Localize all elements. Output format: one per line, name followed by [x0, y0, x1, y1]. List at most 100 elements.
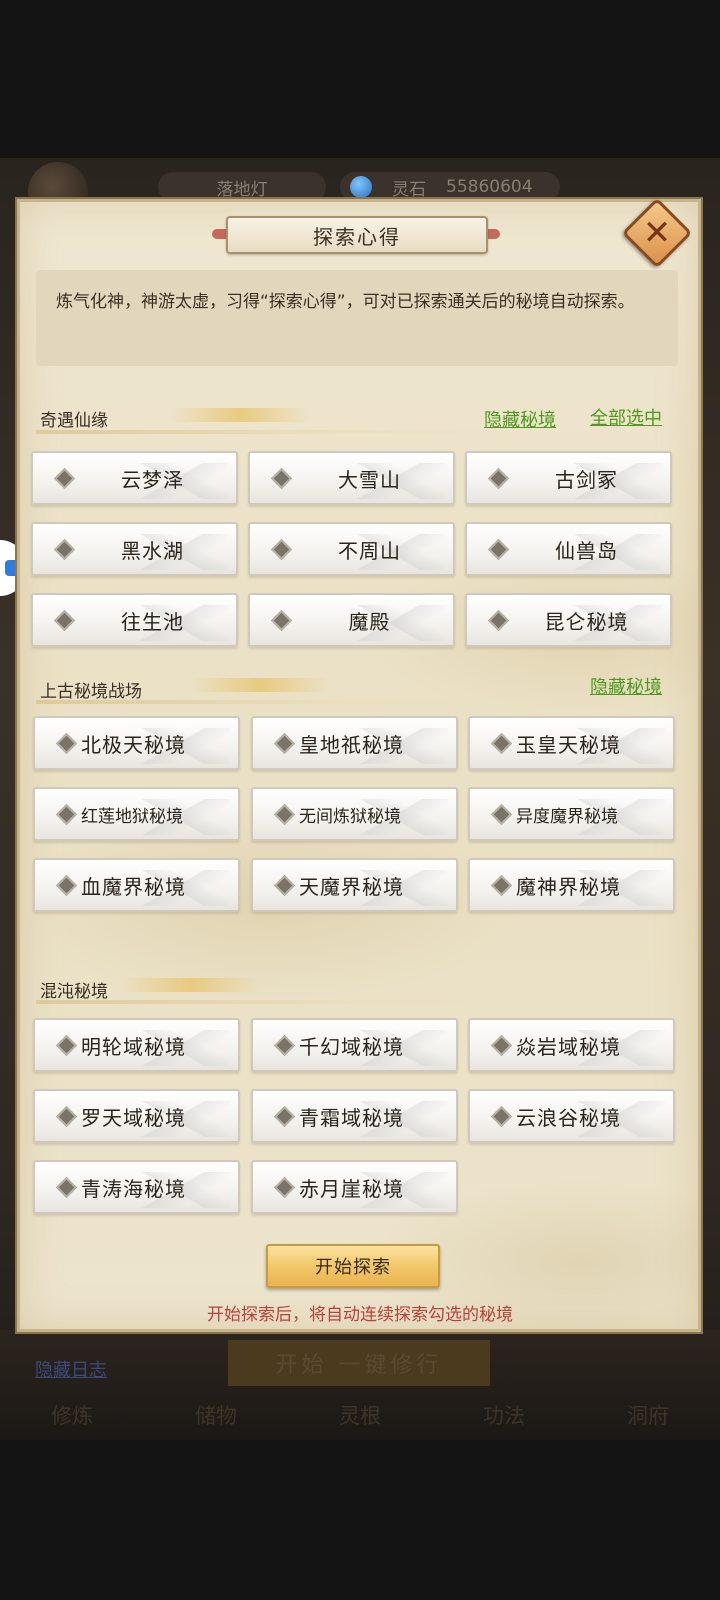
realm-option[interactable]: 魔殿 [248, 593, 455, 647]
hide-realm-link-encounter[interactable]: 隐藏秘境 [484, 406, 556, 432]
realm-option[interactable]: 无间炼狱秘境 [251, 787, 458, 841]
realm-option[interactable]: 明轮域秘境 [33, 1018, 240, 1072]
realm-option[interactable]: 不周山 [248, 522, 455, 576]
realm-option[interactable]: 云梦泽 [31, 451, 238, 505]
checkbox-diamond-icon [55, 874, 78, 897]
checkbox-diamond-icon [53, 538, 76, 561]
realm-label: 无间炼狱秘境 [299, 806, 401, 827]
nav-item-technique: 功法 [483, 1404, 525, 1428]
checkbox-diamond-icon [55, 1176, 78, 1199]
nav-item-spirit-root: 灵根 [339, 1404, 381, 1428]
realm-label: 往生池 [121, 609, 184, 634]
checkbox-diamond-icon [273, 874, 296, 897]
realm-option[interactable]: 昆仑秘境 [465, 593, 672, 647]
realm-option[interactable]: 大雪山 [248, 451, 455, 505]
realm-option[interactable]: 皇地祇秘境 [251, 716, 458, 770]
lamp-label: 落地灯 [216, 179, 268, 200]
checkbox-diamond-icon [487, 538, 510, 561]
section-flare [170, 408, 310, 422]
realm-option[interactable]: 异度魔界秘境 [468, 787, 675, 841]
realm-label: 魔殿 [348, 609, 391, 634]
realm-option[interactable]: 千幻域秘境 [251, 1018, 458, 1072]
spirit-stone-value: 55860604 [446, 177, 533, 197]
start-explore-hint: 开始探索后，将自动连续探索勾选的秘境 [207, 1305, 513, 1325]
background-start-cultivate-button: 开始 一键修行 [228, 1340, 490, 1386]
checkbox-diamond-icon [273, 1105, 296, 1128]
realm-label: 昆仑秘境 [544, 609, 629, 634]
realm-label: 红莲地狱秘境 [81, 806, 183, 827]
realm-option[interactable]: 古剑冢 [465, 451, 672, 505]
realm-label: 异度魔界秘境 [516, 806, 618, 827]
realm-option[interactable]: 黑水湖 [31, 522, 238, 576]
checkbox-diamond-icon [487, 609, 510, 632]
realm-option[interactable]: 红莲地狱秘境 [33, 787, 240, 841]
realm-label: 天魔界秘境 [299, 874, 404, 899]
checkbox-diamond-icon [273, 803, 296, 826]
section-flare [190, 678, 330, 692]
checkbox-diamond-icon [55, 1034, 78, 1057]
realm-option[interactable]: 云浪谷秘境 [468, 1089, 675, 1143]
spirit-stone-label: 灵石 [392, 179, 426, 200]
realm-label: 罗天域秘境 [81, 1105, 186, 1130]
realm-option[interactable]: 往生池 [31, 593, 238, 647]
realm-option[interactable]: 血魔界秘境 [33, 858, 240, 912]
bottom-nav: 修炼 储物 灵根 功法 洞府 [0, 1392, 720, 1438]
section-flare [120, 978, 260, 992]
realm-option[interactable]: 青涛海秘境 [33, 1160, 240, 1214]
realm-option[interactable]: 魔神界秘境 [468, 858, 675, 912]
dialog-title: 探索心得 [226, 216, 488, 254]
realm-option[interactable]: 罗天域秘境 [33, 1089, 240, 1143]
spirit-stone-pill: 灵石 55860604 [340, 172, 560, 202]
checkbox-diamond-icon [53, 467, 76, 490]
realm-label: 不周山 [338, 538, 401, 563]
section-title-chaos: 混沌秘境 [40, 982, 108, 1002]
checkbox-diamond-icon [487, 467, 510, 490]
close-icon[interactable]: ✕ [632, 208, 682, 258]
realm-label: 玉皇天秘境 [516, 732, 621, 757]
select-all-link[interactable]: 全部选中 [590, 404, 662, 430]
start-explore-button[interactable]: 开始探索 [266, 1244, 440, 1288]
realm-label: 青涛海秘境 [81, 1176, 186, 1201]
checkbox-diamond-icon [273, 1176, 296, 1199]
checkbox-diamond-icon [490, 732, 513, 755]
checkbox-diamond-icon [273, 732, 296, 755]
intro-text: 炼气化神，神游太虚，习得“探索心得”，可对已探索通关后的秘境自动探索。 [36, 270, 678, 366]
checkbox-diamond-icon [270, 467, 293, 490]
checkbox-diamond-icon [55, 732, 78, 755]
realm-option[interactable]: 天魔界秘境 [251, 858, 458, 912]
realm-option[interactable]: 仙兽岛 [465, 522, 672, 576]
hide-log-link: 隐藏日志 [35, 1360, 107, 1381]
lamp-item-pill: 落地灯 [158, 172, 326, 202]
section-title-ancient-battlefield: 上古秘境战场 [40, 682, 142, 702]
realm-label: 云梦泽 [121, 467, 184, 492]
checkbox-diamond-icon [490, 1105, 513, 1128]
realm-label: 血魔界秘境 [81, 874, 186, 899]
realm-label: 北极天秘境 [81, 732, 186, 757]
realm-label: 明轮域秘境 [81, 1034, 186, 1059]
realm-option[interactable]: 焱岩域秘境 [468, 1018, 675, 1072]
section-title-encounter: 奇遇仙缘 [40, 411, 108, 431]
realm-label: 云浪谷秘境 [516, 1105, 621, 1130]
realm-label: 皇地祇秘境 [299, 732, 404, 757]
realm-label: 大雪山 [338, 467, 401, 492]
checkbox-diamond-icon [55, 803, 78, 826]
spirit-stone-icon [350, 176, 372, 198]
nav-item-cave: 洞府 [627, 1404, 669, 1428]
realm-option[interactable]: 北极天秘境 [33, 716, 240, 770]
realm-option[interactable]: 玉皇天秘境 [468, 716, 675, 770]
realm-label: 千幻域秘境 [299, 1034, 404, 1059]
realm-label: 赤月崖秘境 [299, 1176, 404, 1201]
checkbox-diamond-icon [55, 1105, 78, 1128]
realm-option[interactable]: 赤月崖秘境 [251, 1160, 458, 1214]
checkbox-diamond-icon [490, 874, 513, 897]
realm-label: 焱岩域秘境 [516, 1034, 621, 1059]
realm-option[interactable]: 青霜域秘境 [251, 1089, 458, 1143]
checkbox-diamond-icon [490, 803, 513, 826]
realm-label: 古剑冢 [555, 467, 618, 492]
hide-realm-link-ancient[interactable]: 隐藏秘境 [590, 673, 662, 699]
checkbox-diamond-icon [270, 609, 293, 632]
checkbox-diamond-icon [490, 1034, 513, 1057]
nav-item-cultivate: 修炼 [51, 1404, 93, 1428]
checkbox-diamond-icon [53, 609, 76, 632]
realm-label: 黑水湖 [121, 538, 184, 563]
